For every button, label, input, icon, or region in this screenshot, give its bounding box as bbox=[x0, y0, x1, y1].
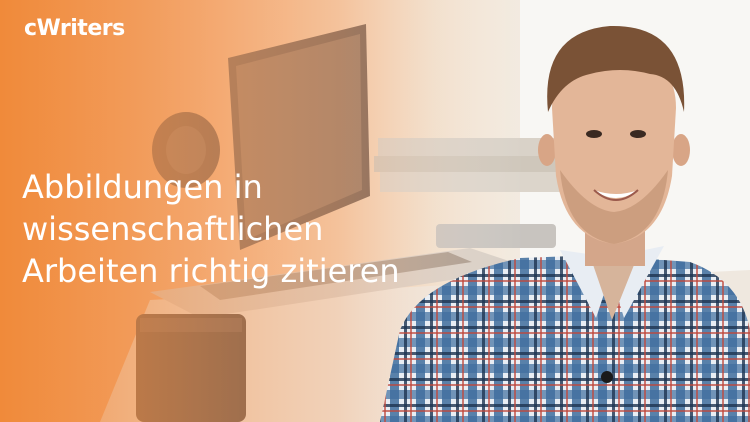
title-line-3: Arbeiten richtig zitieren bbox=[22, 252, 400, 290]
title-line-2: wissenschaftlichen bbox=[22, 210, 324, 248]
cwriters-logo: cWriters bbox=[24, 16, 125, 41]
video-thumbnail: cWriters Abbildungen in wissenschaftlich… bbox=[0, 0, 750, 422]
title-line-1: Abbildungen in bbox=[22, 168, 263, 206]
video-title: Abbildungen in wissenschaftlichen Arbeit… bbox=[22, 166, 400, 292]
